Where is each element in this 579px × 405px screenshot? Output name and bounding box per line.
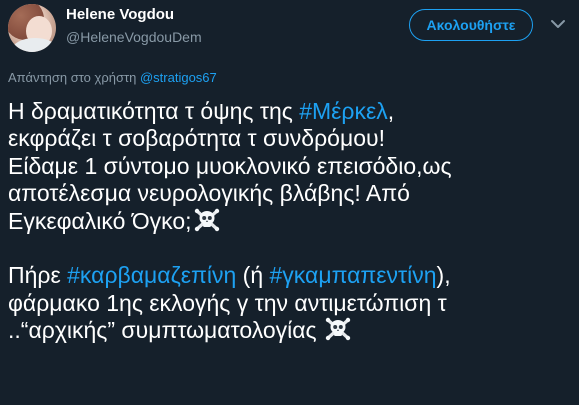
avatar[interactable]: [8, 4, 56, 52]
hashtag-link-carbamazepine[interactable]: #καρβαμαζεπίνη: [67, 262, 236, 288]
hashtag-link-merkel[interactable]: #Μέρκελ: [299, 98, 388, 124]
tweet-line-5: Εγκεφαλικό Όγκο;: [8, 208, 573, 235]
skull-crossbones-icon: [194, 208, 219, 231]
tweet-line-7: φάρμακο 1ης εκλογής γ την αντιμετώπιση τ: [8, 289, 447, 316]
skull-crossbones-icon: [325, 318, 351, 341]
chevron-down-icon[interactable]: [550, 18, 566, 30]
tweet-line-3: Είδαμε 1 σύντομο μυοκλονικό επεισόδιο,ως: [8, 152, 452, 179]
reply-context: Απάντηση στο χρήστη @stratigos67: [8, 70, 217, 85]
tweet-line-6: Πήρε #καρβαμαζεπίνη (ή #γκαμπαπεντίνη),: [8, 262, 451, 289]
tweet-line-4: αποτέλεσμα νευρολογικής βλάβης! Από: [8, 180, 410, 207]
follow-button[interactable]: Ακολουθήστε: [409, 9, 533, 41]
reply-mention-link[interactable]: @stratigos67: [140, 70, 217, 85]
tweet-text: Η δραματικότητα τ όψης της #Μέρκελ, εκφρ…: [8, 98, 573, 345]
reply-prefix: Απάντηση στο χρήστη: [8, 70, 137, 85]
tweet-line-8: ..“αρχικής” συμπτωματολογίας: [8, 317, 573, 344]
hashtag-link-gabapentin[interactable]: #γκαμπαπεντίνη: [270, 262, 437, 288]
author-handle[interactable]: @HeleneVogdouDem: [66, 29, 202, 45]
tweet-line-1: Η δραματικότητα τ όψης της #Μέρκελ,: [8, 98, 395, 124]
tweet-line-2: εκφράζει τ σοβαρότητα τ συνδρόμου!: [8, 125, 385, 152]
author-display-name[interactable]: Helene Vogdou: [66, 6, 174, 23]
